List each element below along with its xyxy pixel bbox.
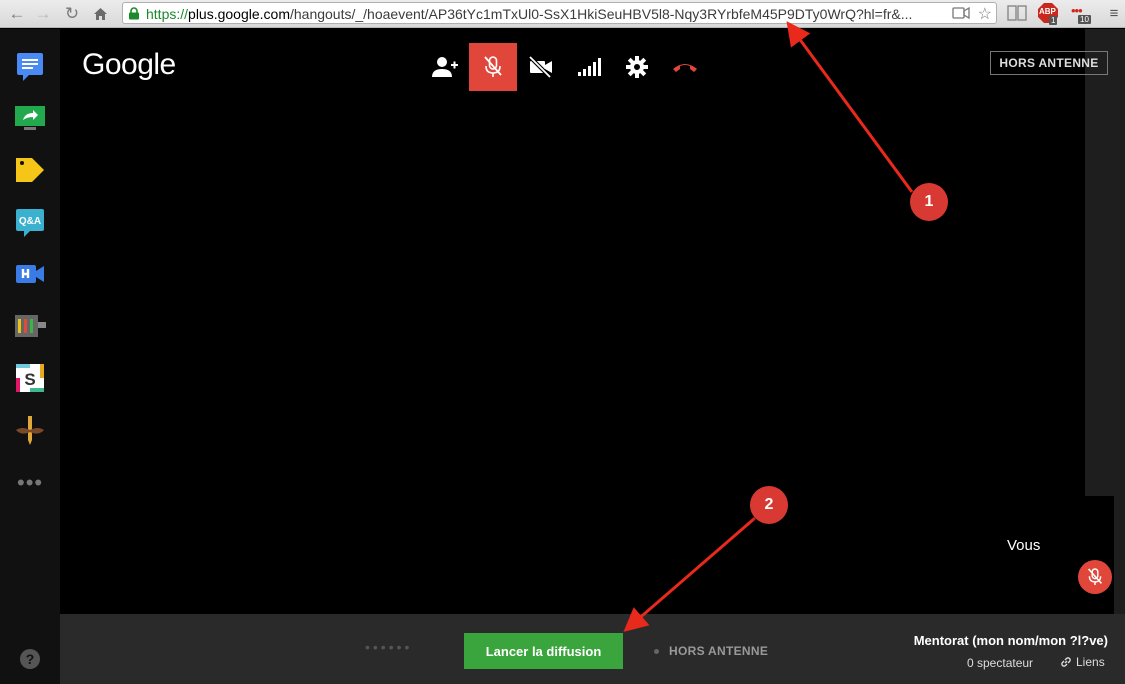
annotation-badge-1: 1: [910, 183, 948, 221]
annotation-arrow-1: [786, 21, 914, 193]
annotation-arrow-2: [623, 516, 756, 632]
annotation-overlay: [623, 21, 914, 632]
annotation-badge-2: 2: [750, 486, 788, 524]
